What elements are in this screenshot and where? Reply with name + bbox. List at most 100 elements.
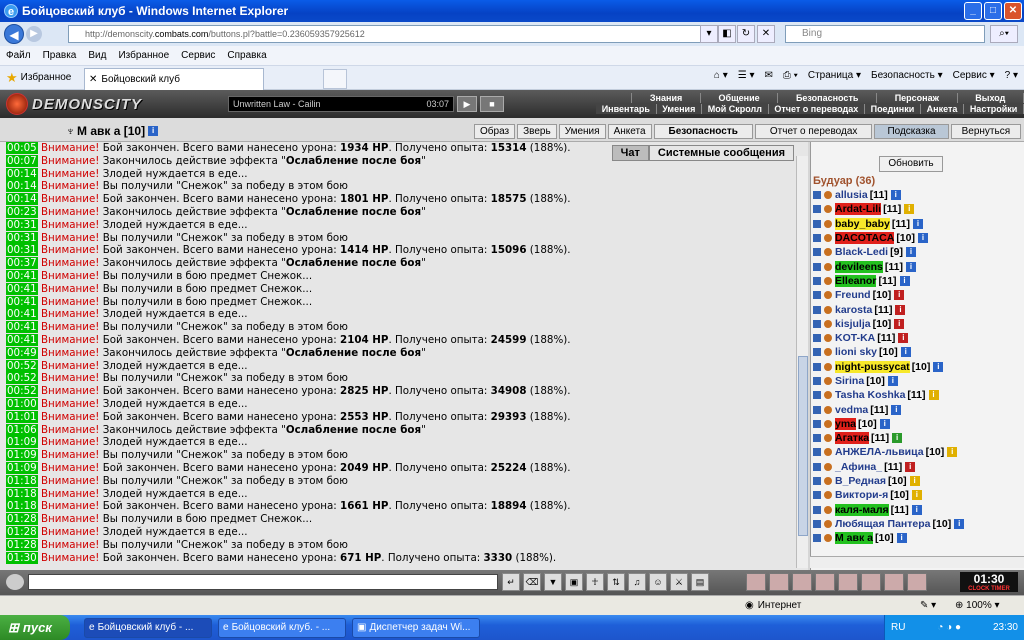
character-nick[interactable]: ♆ М авк а [10] i: [66, 124, 159, 138]
chat-timestamp[interactable]: 01:18: [6, 474, 38, 487]
tools-menu[interactable]: Сервис ▾: [953, 70, 995, 81]
user-info-icon[interactable]: i: [933, 361, 944, 372]
user-info-icon[interactable]: i: [905, 247, 916, 258]
private-message-icon[interactable]: [813, 491, 821, 500]
chat-timestamp[interactable]: 00:37: [6, 257, 38, 270]
nav-fights[interactable]: Поединки: [864, 104, 921, 114]
user-row[interactable]: каля-маля [11] i: [813, 503, 1013, 517]
private-message-icon[interactable]: [813, 505, 821, 514]
user-name[interactable]: В_Редная: [835, 475, 886, 487]
nav-transfers[interactable]: Отчет о переводах: [768, 104, 865, 114]
user-name[interactable]: Sirina: [835, 375, 864, 387]
page-menu[interactable]: Страница ▾: [808, 70, 861, 81]
url-input[interactable]: http://demonscity. combats.com/buttons.pl…: [68, 25, 708, 43]
stop-icon[interactable]: ✕: [757, 25, 775, 43]
user-row[interactable]: В_Редная [10] i: [813, 474, 1013, 488]
nav-inventory[interactable]: Инвентарь: [596, 104, 657, 114]
private-message-icon[interactable]: [813, 519, 821, 528]
user-info-icon[interactable]: i: [898, 333, 909, 344]
user-row[interactable]: Sirina [10] i: [813, 374, 1013, 388]
chat-timestamp[interactable]: 00:14: [6, 193, 38, 206]
user-info-icon[interactable]: i: [905, 461, 916, 472]
user-row[interactable]: lioni sky [10] i: [813, 345, 1013, 359]
chat-timestamp[interactable]: 00:41: [6, 333, 38, 346]
nav-profile[interactable]: Анкета: [920, 104, 965, 114]
user-info-icon[interactable]: i: [892, 433, 903, 444]
user-row[interactable]: Любящая Пантера [10] i: [813, 517, 1013, 531]
chat-timestamp[interactable]: 00:31: [6, 231, 38, 244]
user-name[interactable]: KOT-KA: [835, 332, 875, 344]
mail-icon[interactable]: ✉: [765, 70, 773, 81]
maximize-button[interactable]: □: [984, 2, 1002, 20]
chat-timestamp[interactable]: 01:30: [6, 551, 38, 564]
nav-skills[interactable]: Умения: [656, 104, 703, 114]
user-row[interactable]: Агатка [11] i: [813, 431, 1013, 445]
chat-timestamp[interactable]: 01:28: [6, 513, 38, 526]
chat-timestamp[interactable]: 00:07: [6, 154, 38, 167]
user-info-icon[interactable]: i: [896, 533, 907, 544]
book-icon[interactable]: ▤: [691, 573, 709, 591]
user-row[interactable]: karosta [11] i: [813, 302, 1013, 316]
private-message-icon[interactable]: [813, 291, 821, 300]
tab-chat[interactable]: Чат: [611, 145, 649, 161]
cat-icon[interactable]: [792, 573, 812, 591]
minimize-button[interactable]: _: [964, 2, 982, 20]
settings-icon[interactable]: [907, 573, 927, 591]
private-message-icon[interactable]: [813, 419, 821, 428]
nav-exit[interactable]: Выход: [958, 93, 1024, 103]
user-row[interactable]: devileens [11] i: [813, 259, 1013, 273]
private-message-icon[interactable]: [813, 534, 821, 543]
tab-image[interactable]: Образ: [474, 124, 516, 139]
tray-icons[interactable]: ◔ ◑ ●: [937, 622, 961, 633]
chat-timestamp[interactable]: 01:18: [6, 500, 38, 513]
user-info-icon[interactable]: i: [911, 504, 922, 515]
user-name[interactable]: Агатка: [835, 432, 870, 445]
save-icon[interactable]: ▣: [565, 573, 583, 591]
private-message-icon[interactable]: [813, 362, 821, 371]
forward-button[interactable]: ▶: [26, 26, 42, 42]
user-row[interactable]: Black-Ledi [9] i: [813, 245, 1013, 259]
tab-hint[interactable]: Подсказка: [874, 124, 949, 139]
user-row[interactable]: _Афина_ [11] i: [813, 460, 1013, 474]
tab-transfer-report[interactable]: Отчет о переводах: [754, 124, 873, 139]
chat-timestamp[interactable]: 01:09: [6, 449, 38, 462]
user-info-icon[interactable]: i: [887, 376, 898, 386]
private-message-icon[interactable]: [813, 191, 821, 200]
chat-timestamp[interactable]: 00:52: [6, 372, 38, 385]
user-row[interactable]: Виктори-я [10] i: [813, 488, 1013, 502]
zoom-control[interactable]: ⊕ 100% ▾: [955, 600, 1000, 611]
user-row[interactable]: KOT-KA [11] i: [813, 331, 1013, 345]
scroll-item-icon[interactable]: [838, 573, 858, 591]
chat-timestamp[interactable]: 00:52: [6, 359, 38, 372]
chat-timestamp[interactable]: 00:31: [6, 244, 38, 257]
private-message-icon[interactable]: [813, 234, 821, 243]
private-message-icon[interactable]: [813, 448, 821, 457]
user-name[interactable]: _Афина_: [835, 461, 882, 473]
user-name[interactable]: devileens: [835, 260, 883, 273]
user-name[interactable]: DACOTACA: [835, 232, 895, 245]
tray-clock[interactable]: 23:30: [993, 622, 1018, 633]
chat-timestamp[interactable]: 01:09: [6, 436, 38, 449]
private-message-icon[interactable]: [813, 348, 821, 357]
user-name[interactable]: Ardat-Lili: [835, 203, 882, 216]
music-icon[interactable]: ♫: [628, 573, 646, 591]
task-manager[interactable]: ▣ Диспетчер задач Wi...: [352, 617, 480, 638]
private-message-icon[interactable]: [813, 319, 821, 328]
hand-icon[interactable]: [861, 573, 881, 591]
menu-file[interactable]: Файл: [6, 50, 31, 61]
potion-icon[interactable]: [769, 573, 789, 591]
private-message-icon[interactable]: [813, 262, 821, 271]
gift-icon[interactable]: [884, 573, 904, 591]
clear-icon[interactable]: ⌫: [523, 573, 541, 591]
user-name[interactable]: Elleanor: [835, 274, 877, 287]
nav-character[interactable]: Персонаж: [877, 93, 958, 103]
user-info-icon[interactable]: i: [904, 204, 915, 215]
user-name[interactable]: Виктори-я: [835, 489, 888, 501]
user-row[interactable]: night-pussycat [10] i: [813, 360, 1013, 374]
chat-input[interactable]: [28, 574, 498, 590]
user-row[interactable]: DACOTACA [10] i: [813, 231, 1013, 245]
chat-timestamp[interactable]: 01:06: [6, 423, 38, 436]
private-message-icon[interactable]: [813, 334, 821, 343]
scroll-icon[interactable]: ⇅: [607, 573, 625, 591]
user-row[interactable]: kisjulja [10] i: [813, 317, 1013, 331]
